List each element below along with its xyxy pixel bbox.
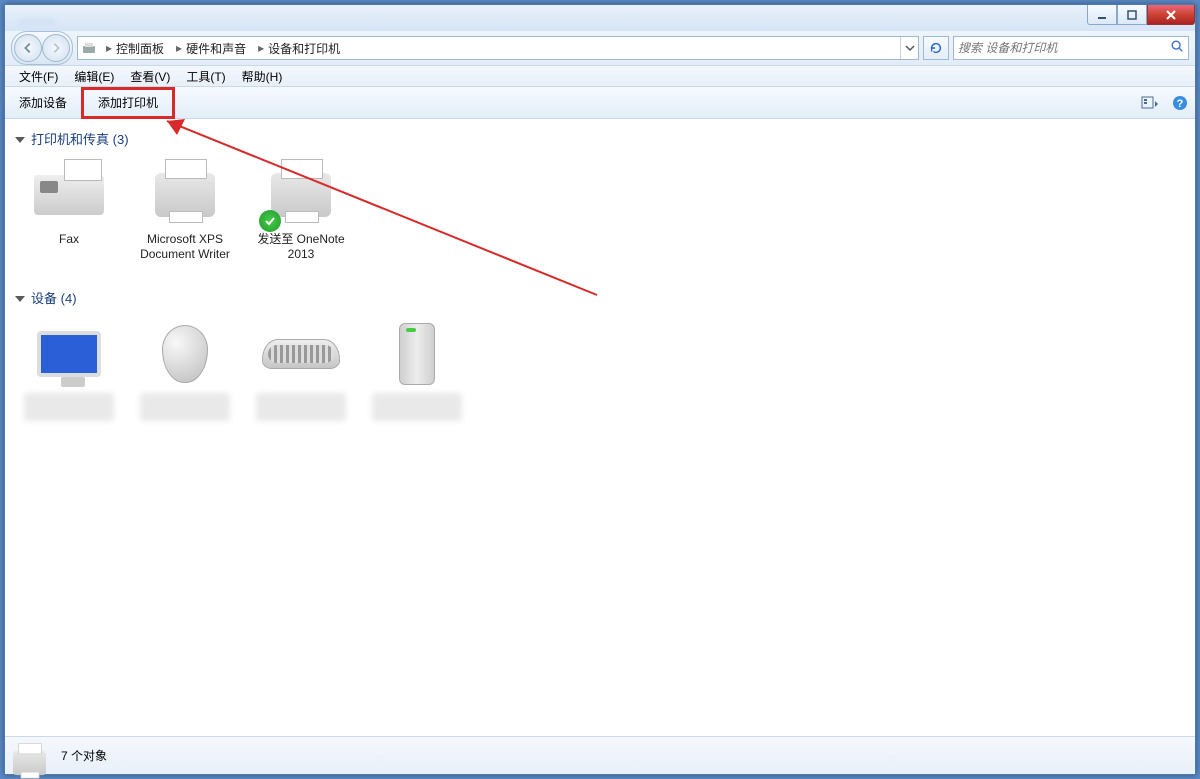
group-header-devices[interactable]: 设备 (4): [15, 284, 1185, 315]
monitor-icon: [37, 331, 101, 377]
tower-icon: [399, 323, 435, 385]
device-item-xps[interactable]: Microsoft XPS Document Writer: [137, 160, 233, 262]
breadcrumb-seg-3[interactable]: ▸设备和打印机: [252, 40, 346, 57]
fax-icon: [34, 175, 104, 215]
device-item-monitor[interactable]: [21, 319, 117, 421]
toolbar: 添加设备 添加打印机 ?: [5, 87, 1195, 119]
device-label: Fax: [59, 232, 79, 247]
device-item-mouse[interactable]: [137, 319, 233, 421]
device-item-fax[interactable]: Fax: [21, 160, 117, 262]
device-label: Microsoft XPS Document Writer: [137, 232, 233, 262]
close-button[interactable]: [1147, 5, 1195, 25]
printers-row: Fax Microsoft XPS Document Writer 发送至 On…: [15, 156, 1185, 284]
status-bar: 7 个对象: [5, 736, 1195, 774]
nav-row: ▸控制面板 ▸硬件和声音 ▸设备和打印机: [5, 31, 1195, 65]
search-icon: [1170, 39, 1184, 58]
group-title: 设备 (4): [31, 288, 77, 307]
device-label-blurred: [256, 393, 346, 421]
search-box[interactable]: [953, 36, 1189, 60]
device-label-blurred: [140, 393, 230, 421]
maximize-button[interactable]: [1117, 5, 1147, 25]
menu-tools[interactable]: 工具(T): [178, 66, 233, 87]
default-check-icon: [259, 210, 281, 232]
device-label-blurred: [372, 393, 462, 421]
address-dropdown[interactable]: [900, 37, 918, 59]
device-item-keyboard[interactable]: [253, 319, 349, 421]
explorer-window: ……… ▸控制面板 ▸硬件和: [4, 4, 1196, 775]
menu-help[interactable]: 帮助(H): [234, 66, 291, 87]
menu-edit[interactable]: 编辑(E): [66, 66, 122, 87]
location-icon: [78, 40, 100, 56]
printer-icon: [155, 173, 215, 217]
menu-view[interactable]: 查看(V): [122, 66, 178, 87]
search-input[interactable]: [958, 41, 1170, 55]
svg-text:?: ?: [1177, 98, 1184, 110]
breadcrumb-seg-1[interactable]: ▸控制面板: [100, 40, 170, 57]
window-controls: [1087, 5, 1195, 25]
nav-buttons: [11, 31, 73, 65]
status-text: 7 个对象: [61, 747, 107, 764]
device-item-tower[interactable]: [369, 319, 465, 421]
breadcrumb-seg-2[interactable]: ▸硬件和声音: [170, 40, 252, 57]
help-button[interactable]: ?: [1165, 91, 1195, 115]
collapse-icon: [15, 296, 25, 302]
forward-button[interactable]: [42, 34, 70, 62]
titlebar: ………: [5, 5, 1195, 31]
collapse-icon: [15, 137, 25, 143]
back-button[interactable]: [14, 34, 42, 62]
menu-file[interactable]: 文件(F): [11, 66, 66, 87]
device-label: 发送至 OneNote 2013: [253, 232, 349, 262]
minimize-button[interactable]: [1087, 5, 1117, 25]
add-printer-button[interactable]: 添加打印机: [81, 87, 175, 119]
group-header-printers[interactable]: 打印机和传真 (3): [15, 125, 1185, 156]
menu-bar: 文件(F) 编辑(E) 查看(V) 工具(T) 帮助(H): [5, 65, 1195, 87]
address-bar[interactable]: ▸控制面板 ▸硬件和声音 ▸设备和打印机: [77, 36, 919, 60]
mouse-icon: [162, 325, 208, 383]
window-title: ………: [5, 11, 1087, 25]
printer-icon: [271, 173, 331, 217]
content-area: 打印机和传真 (3) Fax Microsoft XPS Document Wr…: [5, 119, 1195, 736]
status-icon: [13, 741, 51, 771]
keyboard-icon: [262, 339, 340, 369]
refresh-button[interactable]: [923, 36, 949, 60]
add-device-button[interactable]: 添加设备: [5, 87, 81, 119]
view-mode-button[interactable]: [1135, 91, 1165, 115]
device-label-blurred: [24, 393, 114, 421]
device-item-onenote[interactable]: 发送至 OneNote 2013: [253, 160, 349, 262]
group-title: 打印机和传真 (3): [31, 129, 129, 148]
devices-row: [15, 315, 1185, 443]
